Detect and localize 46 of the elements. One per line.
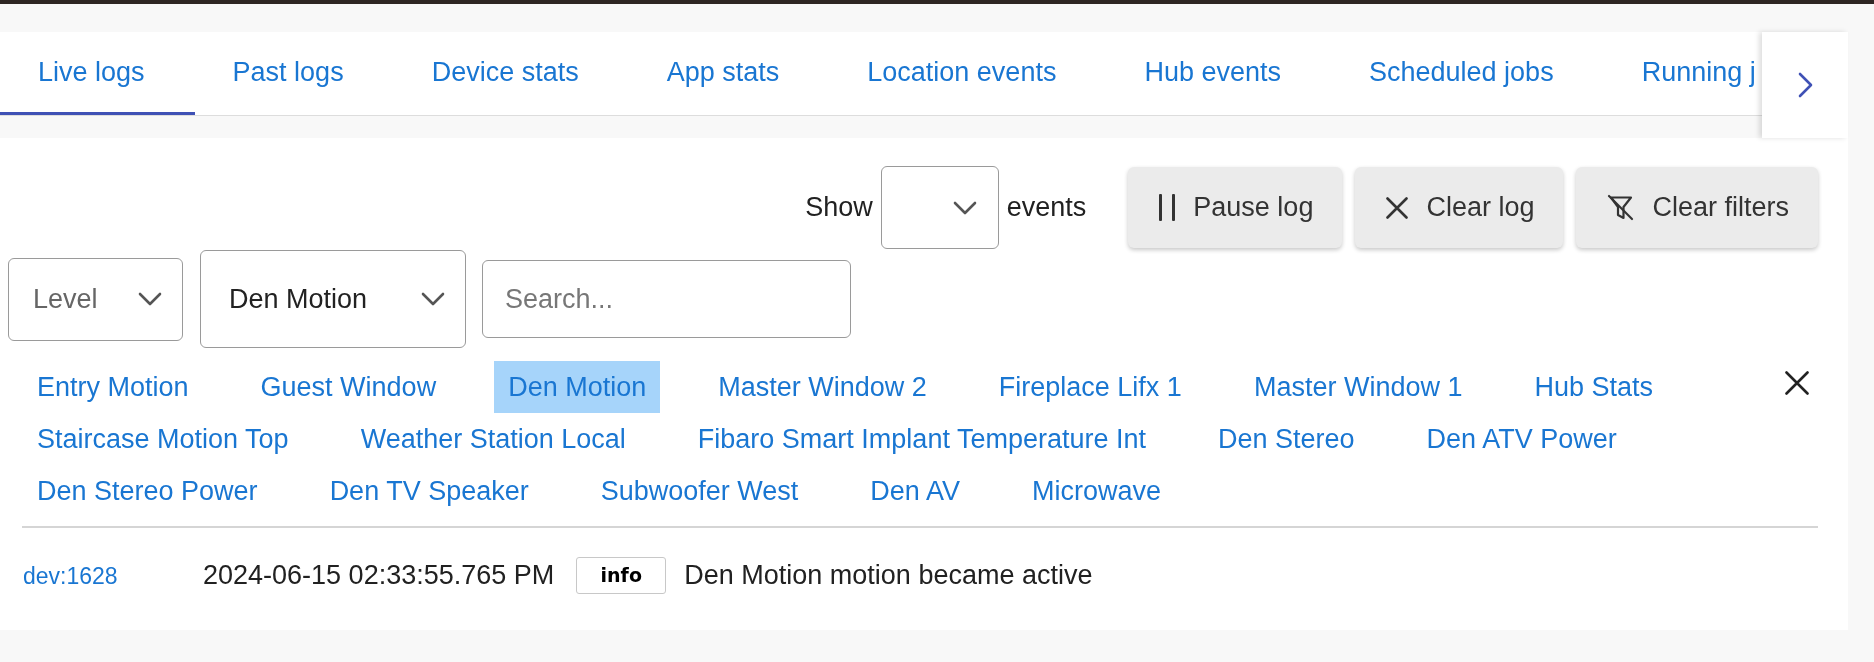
device-chip[interactable]: Den Stereo: [1204, 413, 1369, 465]
events-label: events: [1006, 192, 1087, 223]
x-icon: [1386, 196, 1409, 219]
events-count-select[interactable]: [880, 166, 999, 249]
device-chip[interactable]: Fireplace Lifx 1: [984, 361, 1196, 413]
device-select[interactable]: Den Motion: [200, 250, 466, 348]
show-label: Show: [805, 192, 873, 223]
device-chip[interactable]: Master Window 1: [1239, 361, 1477, 413]
device-chip[interactable]: Entry Motion: [23, 361, 203, 413]
device-chip[interactable]: Fibaro Smart Implant Temperature Int: [683, 413, 1160, 465]
log-level-badge: info: [576, 556, 667, 594]
clear-filters-button[interactable]: Clear filters: [1576, 167, 1818, 248]
device-chip[interactable]: Hub Stats: [1520, 361, 1668, 413]
device-chip[interactable]: Guest Window: [246, 361, 451, 413]
chevron-right-icon: [1797, 72, 1813, 98]
device-chip[interactable]: Den Motion: [494, 361, 661, 413]
log-timestamp: 2024-06-15 02:33:55.765 PM: [203, 559, 555, 591]
tab[interactable]: Past logs: [194, 32, 394, 115]
chevron-down-icon: [421, 292, 445, 306]
device-chip[interactable]: Master Window 2: [704, 361, 941, 413]
device-chip[interactable]: Den ATV Power: [1412, 413, 1631, 465]
device-chip[interactable]: Den TV Speaker: [315, 465, 543, 517]
tab[interactable]: Hub events: [1106, 32, 1331, 115]
tab[interactable]: App stats: [628, 32, 830, 115]
chevron-down-icon: [952, 200, 977, 215]
tab[interactable]: Scheduled jobs: [1331, 32, 1604, 115]
pause-icon: [1159, 194, 1176, 221]
device-link[interactable]: dev:1628: [23, 562, 118, 589]
level-select[interactable]: Level: [8, 257, 183, 341]
device-chip[interactable]: Subwoofer West: [586, 465, 813, 517]
tab[interactable]: Device stats: [393, 32, 629, 115]
device-chip[interactable]: Den Stereo Power: [23, 465, 272, 517]
search-field[interactable]: Search...: [482, 260, 851, 338]
tab[interactable]: Live logs: [0, 32, 195, 115]
tab[interactable]: Location events: [829, 32, 1107, 115]
device-chip[interactable]: Microwave: [1017, 465, 1175, 517]
device-chip[interactable]: Weather Station Local: [346, 413, 640, 465]
pause-log-button[interactable]: Pause log: [1128, 167, 1343, 248]
tab[interactable]: Running j: [1603, 32, 1756, 115]
funnel-slash-icon: [1607, 194, 1635, 221]
device-chip[interactable]: Staircase Motion Top: [23, 413, 303, 465]
chevron-down-icon: [138, 292, 162, 306]
log-message: Den Motion motion became active: [684, 559, 1093, 591]
clear-log-button[interactable]: Clear log: [1355, 167, 1564, 248]
device-chip[interactable]: Den AV: [856, 465, 974, 517]
close-icon: [1785, 371, 1809, 395]
